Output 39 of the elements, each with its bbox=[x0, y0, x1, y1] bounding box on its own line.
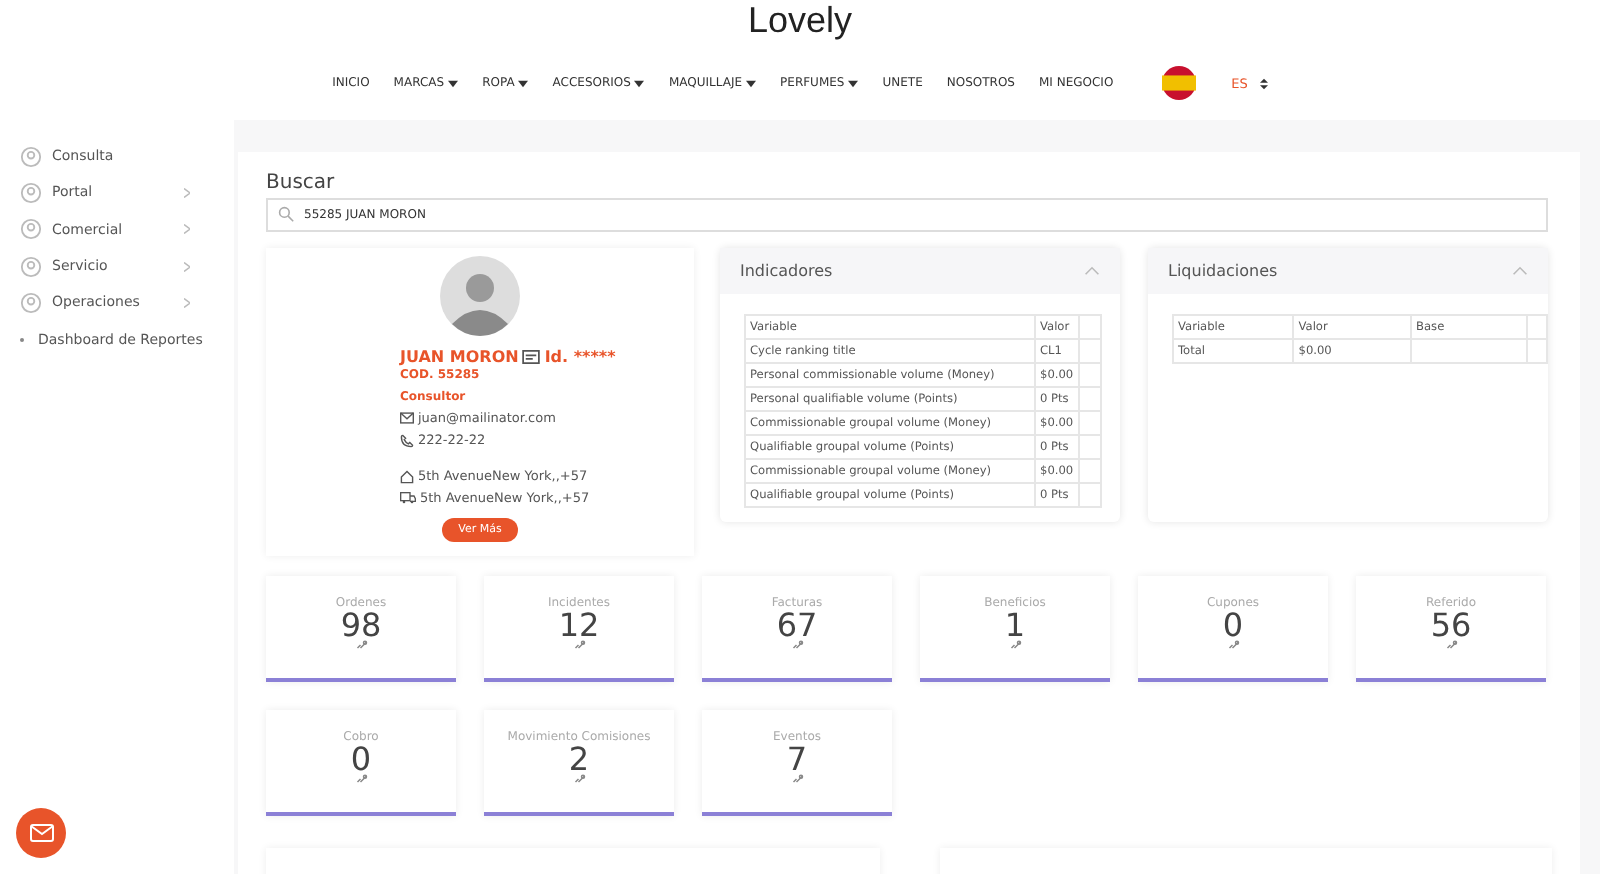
search-icon bbox=[278, 206, 294, 222]
stat-value: 98 bbox=[340, 610, 382, 640]
link-icon bbox=[355, 640, 367, 650]
truck-icon bbox=[400, 492, 416, 504]
stat-value: 1 bbox=[1004, 610, 1026, 640]
link-icon bbox=[791, 640, 803, 650]
mail-icon bbox=[400, 412, 414, 424]
stat-value: 2 bbox=[568, 744, 590, 774]
menu-icon bbox=[20, 181, 42, 204]
stat-value: 0 bbox=[1222, 610, 1244, 640]
panel-title: Indicadores bbox=[740, 262, 833, 280]
sort-icon bbox=[1259, 77, 1268, 89]
customer-id: Id. ***** bbox=[544, 348, 616, 366]
section-title: Buscar bbox=[266, 172, 337, 194]
menu-icon bbox=[20, 291, 42, 314]
avatar-silhouette bbox=[440, 256, 520, 336]
menu-icon bbox=[20, 145, 42, 168]
mail-icon bbox=[29, 824, 53, 842]
flag-icon[interactable] bbox=[1161, 66, 1196, 100]
stat-value: 0 bbox=[350, 744, 372, 774]
link-icon bbox=[573, 774, 585, 784]
id-card-icon bbox=[522, 350, 541, 364]
stat-value: 56 bbox=[1430, 610, 1472, 640]
link-icon bbox=[355, 774, 367, 784]
link-icon bbox=[573, 640, 585, 650]
stat-value: 12 bbox=[558, 610, 600, 640]
logo[interactable]: Lovely bbox=[747, 0, 853, 40]
stat-value: 7 bbox=[786, 744, 808, 774]
panel-title: Liquidaciones bbox=[1168, 262, 1278, 280]
phone-icon bbox=[400, 433, 414, 447]
link-icon bbox=[1009, 640, 1021, 650]
home-icon bbox=[400, 469, 414, 483]
link-icon bbox=[1445, 640, 1457, 650]
menu-icon bbox=[20, 218, 42, 241]
stat-value: 67 bbox=[776, 610, 818, 640]
customer-name: JUAN MORON bbox=[400, 348, 519, 366]
link-icon bbox=[1227, 640, 1239, 650]
link-icon bbox=[791, 774, 803, 784]
menu-icon bbox=[20, 255, 42, 278]
